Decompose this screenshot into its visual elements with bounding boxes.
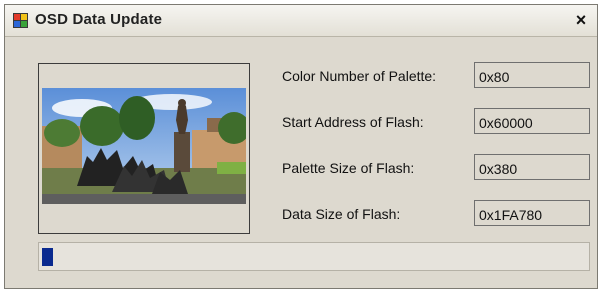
palette-size-of-flash-field[interactable] [474,154,590,180]
osd-data-update-dialog: OSD Data Update × Color Number of Palett… [4,4,598,289]
start-address-of-flash-field[interactable] [474,108,590,134]
label-palette-size-of-flash: Palette Size of Flash: [282,160,415,176]
label-start-address-of-flash: Start Address of Flash: [282,114,424,130]
label-color-number-of-palette: Color Number of Palette: [282,68,437,84]
title-bar[interactable]: OSD Data Update × [5,5,597,37]
window-title: OSD Data Update [35,11,163,28]
label-data-size-of-flash: Data Size of Flash: [282,206,401,222]
preview-frame [38,63,250,234]
progress-bar-fill [42,248,53,266]
color-number-of-palette-field[interactable] [474,62,590,88]
app-icon [13,13,28,28]
preview-image [42,88,246,204]
close-button[interactable]: × [571,10,591,30]
data-size-of-flash-field[interactable] [474,200,590,226]
progress-bar [38,242,590,271]
